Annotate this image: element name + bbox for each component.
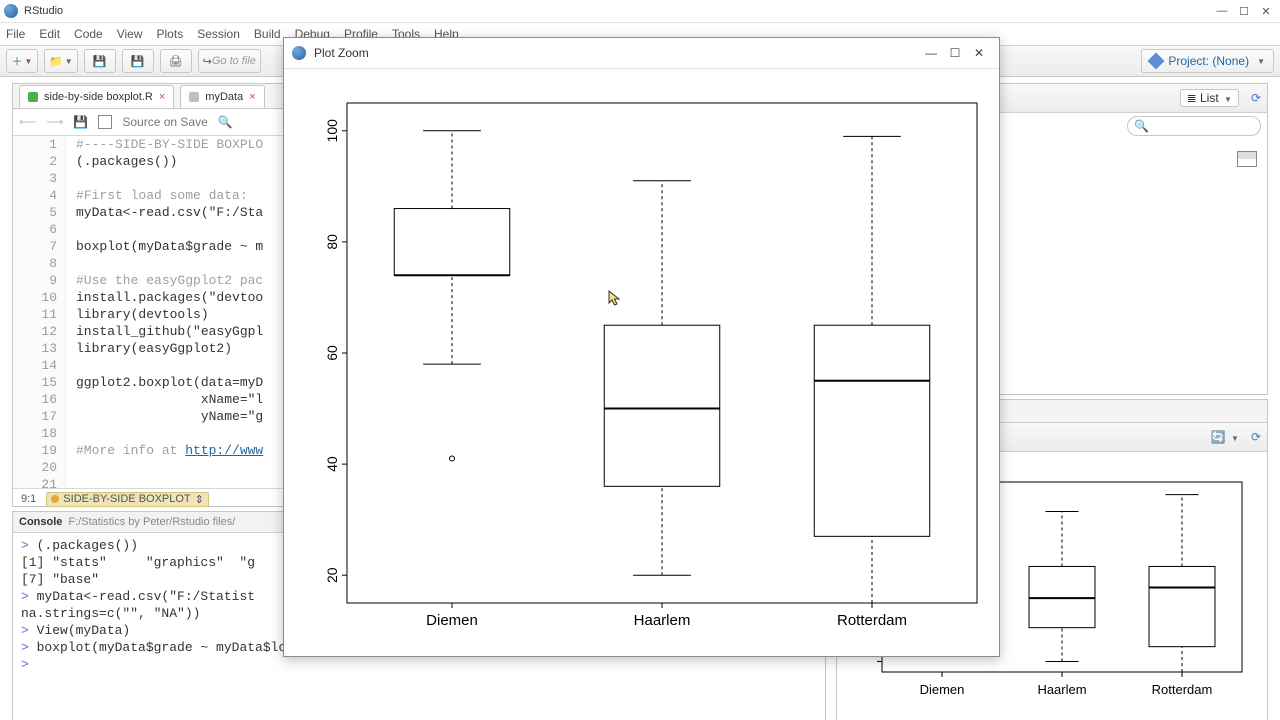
console-title: Console <box>19 516 62 528</box>
search-icon[interactable]: 🔍 <box>218 115 233 129</box>
menu-build[interactable]: Build <box>254 27 281 41</box>
minimize-button[interactable]: — <box>919 44 943 62</box>
open-folder-button[interactable]: 📁▼ <box>44 49 78 73</box>
save-icon[interactable]: 💾 <box>73 115 88 129</box>
view-data-icon[interactable] <box>1237 151 1257 167</box>
table-icon <box>189 92 199 102</box>
project-icon <box>1148 53 1165 70</box>
cursor-position: 9:1 <box>21 493 36 505</box>
maximize-button[interactable]: ☐ <box>943 44 967 62</box>
menu-file[interactable]: File <box>6 27 25 41</box>
section-badge[interactable]: SIDE-BY-SIDE BOXPLOT ⇕ <box>46 492 209 507</box>
project-label: Project: (None) <box>1168 54 1249 68</box>
svg-text:Diemen: Diemen <box>920 682 965 697</box>
svg-text:Rotterdam: Rotterdam <box>1152 682 1213 697</box>
menu-code[interactable]: Code <box>74 27 103 41</box>
plot-zoom-title: Plot Zoom <box>314 46 369 60</box>
close-icon[interactable]: × <box>249 91 255 103</box>
app-titlebar: RStudio — ☐ ✕ <box>0 0 1280 23</box>
svg-text:20: 20 <box>324 567 340 583</box>
menu-session[interactable]: Session <box>197 27 240 41</box>
source-on-save-label: Source on Save <box>122 115 207 129</box>
list-view-toggle[interactable]: ≣ List ▼ <box>1180 89 1239 107</box>
svg-text:100: 100 <box>324 119 340 143</box>
rstudio-logo-icon <box>292 46 306 60</box>
tab-script-label: side-by-side boxplot.R <box>44 91 153 103</box>
forward-icon[interactable]: ⟶ <box>46 115 63 129</box>
back-icon[interactable]: ⟵ <box>19 115 36 129</box>
plot-zoom-window: Plot Zoom — ☐ ✕ 20 40 60 80 100 Diemen Haarlem… <box>283 37 1000 657</box>
svg-text:60: 60 <box>324 345 340 361</box>
search-input[interactable]: 🔍 <box>1127 116 1261 136</box>
line-gutter: 123456789101112131415161718192021 <box>13 136 66 488</box>
save-all-button[interactable]: 💾 <box>122 49 154 73</box>
goto-placeholder: Go to file <box>212 55 256 67</box>
close-icon[interactable]: × <box>159 91 165 103</box>
menu-plots[interactable]: Plots <box>157 27 184 41</box>
zoom-boxplot-svg: 20 40 60 80 100 Diemen Haarlem Rotterdam <box>292 83 992 643</box>
rstudio-logo-icon <box>4 4 18 18</box>
svg-text:80: 80 <box>324 234 340 250</box>
sync-icon[interactable]: 🔄 ▼ <box>1211 430 1239 444</box>
tab-mydata[interactable]: myData × <box>180 85 264 108</box>
project-selector[interactable]: Project: (None) ▼ <box>1141 49 1274 73</box>
tab-script[interactable]: side-by-side boxplot.R × <box>19 85 174 108</box>
refresh-plots-icon[interactable]: ⟳ <box>1251 430 1261 444</box>
r-script-icon <box>28 92 38 102</box>
minimize-button[interactable]: — <box>1212 3 1232 19</box>
menu-edit[interactable]: Edit <box>39 27 60 41</box>
svg-text:Haarlem: Haarlem <box>633 612 690 629</box>
source-on-save-checkbox[interactable] <box>98 115 112 129</box>
save-button[interactable]: 💾 <box>84 49 116 73</box>
section-icon <box>51 495 59 503</box>
new-file-button[interactable]: ＋▼ <box>6 49 38 73</box>
svg-text:Diemen: Diemen <box>426 612 478 629</box>
code-editor[interactable]: #----SIDE-BY-SIDE BOXPLO (.packages()) #… <box>66 136 263 488</box>
close-button[interactable]: ✕ <box>967 44 991 62</box>
svg-text:40: 40 <box>324 456 340 472</box>
svg-text:Rotterdam: Rotterdam <box>836 612 906 629</box>
menu-view[interactable]: View <box>117 27 143 41</box>
refresh-icon[interactable]: ⟳ <box>1251 91 1261 105</box>
app-title: RStudio <box>24 5 63 17</box>
goto-file-input[interactable]: ↪ Go to file <box>198 49 261 73</box>
print-button[interactable]: 🖨 <box>160 49 192 73</box>
maximize-button[interactable]: ☐ <box>1234 3 1254 19</box>
close-button[interactable]: ✕ <box>1256 3 1276 19</box>
console-path: F:/Statistics by Peter/Rstudio files/ <box>68 516 235 528</box>
tab-mydata-label: myData <box>205 91 243 103</box>
svg-text:Haarlem: Haarlem <box>1037 682 1086 697</box>
